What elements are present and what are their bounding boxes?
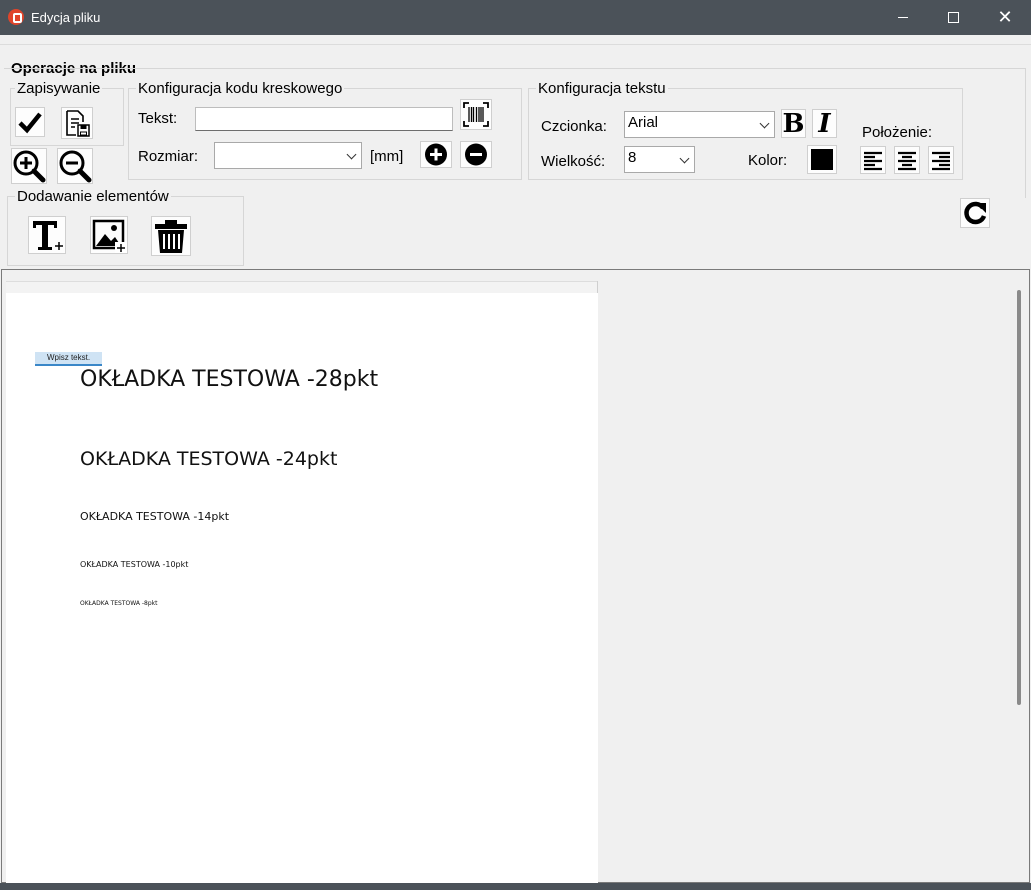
text-config-legend: Konfiguracja tekstu: [536, 80, 668, 97]
minus-circle-icon: [465, 143, 487, 166]
barcode-text-input[interactable]: [195, 107, 453, 131]
chevron-down-icon: [759, 118, 770, 129]
color-picker-button[interactable]: [807, 145, 837, 174]
document-canvas[interactable]: Wpisz tekst. OKŁADKA TESTOWA -28pkt OKŁA…: [1, 269, 1030, 883]
zoom-in-button[interactable]: [11, 148, 47, 184]
vertical-scrollbar[interactable]: [1017, 290, 1021, 705]
font-label: Czcionka:: [541, 118, 607, 135]
window-title: Edycja pliku: [31, 10, 101, 25]
divider: [0, 44, 1031, 45]
text-element-28pkt[interactable]: OKŁADKA TESTOWA -28pkt: [80, 367, 378, 392]
text-input-box[interactable]: Wpisz tekst.: [35, 352, 102, 366]
add-image-button[interactable]: [90, 216, 128, 254]
save-file-icon: [66, 110, 90, 137]
save-as-button[interactable]: [61, 107, 93, 139]
alignment-label: Położenie:: [862, 124, 933, 141]
window-bottom-border: [0, 883, 1031, 890]
add-elements-legend: Dodawanie elementów: [15, 188, 171, 205]
font-size-select[interactable]: 8: [624, 146, 695, 173]
text-element-10pkt[interactable]: OKŁADKA TESTOWA -10pkt: [80, 560, 188, 569]
zoom-in-icon: [13, 150, 46, 183]
minimize-button[interactable]: [880, 0, 926, 35]
align-center-button[interactable]: [894, 146, 920, 174]
increase-size-button[interactable]: [420, 141, 452, 168]
font-select[interactable]: Arial: [624, 111, 775, 138]
decrease-size-button[interactable]: [460, 141, 492, 168]
font-size-value: 8: [628, 149, 637, 166]
operations-frame-right: [1025, 68, 1026, 198]
align-right-icon: [932, 151, 950, 171]
maximize-button[interactable]: [930, 0, 976, 35]
title-bar: Edycja pliku ✕: [0, 0, 1031, 35]
generate-barcode-button[interactable]: [460, 99, 492, 130]
add-text-button[interactable]: [28, 216, 66, 254]
add-text-icon: [33, 221, 63, 250]
bold-button[interactable]: B: [781, 109, 806, 138]
trash-icon: [155, 220, 187, 253]
align-left-icon: [864, 151, 882, 171]
refresh-button[interactable]: [960, 198, 990, 228]
chevron-down-icon: [346, 149, 357, 160]
barcode-size-select[interactable]: [214, 142, 362, 169]
barcode-size-label: Rozmiar:: [138, 148, 199, 165]
saving-legend: Zapisywanie: [15, 80, 103, 97]
font-value: Arial: [628, 114, 659, 131]
plus-circle-icon: [425, 143, 447, 166]
align-center-icon: [898, 151, 916, 171]
unit-label: [mm]: [370, 148, 404, 165]
app-logo-icon: [8, 9, 24, 25]
align-left-button[interactable]: [860, 146, 886, 174]
chevron-down-icon: [679, 153, 690, 164]
color-label: Kolor:: [748, 152, 788, 169]
text-element-24pkt[interactable]: OKŁADKA TESTOWA -24pkt: [80, 448, 337, 470]
operations-frame-top: [4, 68, 1025, 69]
refresh-icon: [964, 201, 987, 225]
barcode-icon: [463, 102, 489, 127]
checkmark-icon: [18, 112, 42, 134]
barcode-text-label: Tekst:: [138, 110, 178, 127]
italic-button[interactable]: I: [812, 109, 837, 138]
text-element-14pkt[interactable]: OKŁADKA TESTOWA -14pkt: [80, 510, 229, 523]
save-button[interactable]: [15, 107, 45, 137]
document-page[interactable]: Wpisz tekst. OKŁADKA TESTOWA -28pkt OKŁA…: [6, 293, 598, 883]
zoom-out-icon: [59, 150, 92, 183]
zoom-out-button[interactable]: [57, 148, 93, 184]
color-swatch: [811, 149, 833, 170]
text-element-8pkt[interactable]: OKŁADKA TESTOWA -8pkt: [80, 600, 157, 607]
close-button[interactable]: ✕: [982, 0, 1028, 35]
size-label: Wielkość:: [541, 153, 606, 170]
delete-button[interactable]: [151, 216, 191, 256]
add-image-icon: [92, 219, 127, 253]
align-right-button[interactable]: [928, 146, 954, 174]
barcode-legend: Konfiguracja kodu kreskowego: [136, 80, 345, 97]
